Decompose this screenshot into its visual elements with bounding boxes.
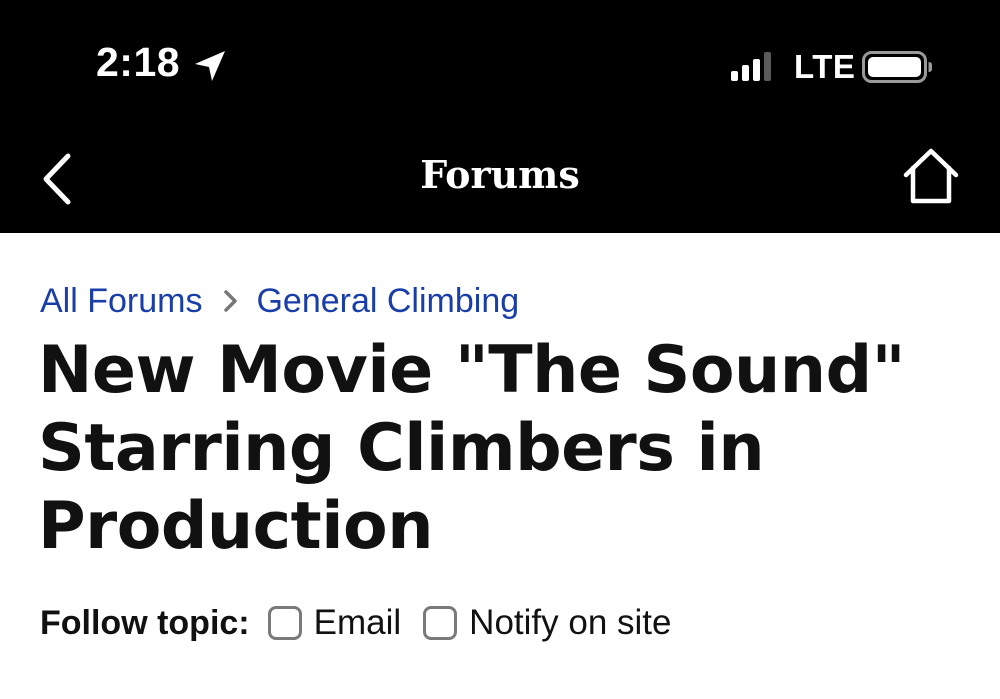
- breadcrumb-link-general-climbing[interactable]: General Climbing: [256, 282, 519, 321]
- home-icon[interactable]: [900, 146, 962, 206]
- notify-on-site-checkbox[interactable]: [423, 606, 458, 640]
- notify-on-site-checkbox-label[interactable]: Notify on site: [469, 603, 671, 643]
- location-arrow-icon: [195, 51, 225, 81]
- chevron-right-icon: [224, 290, 238, 312]
- battery-icon: [862, 51, 932, 83]
- page-header-title: Forums: [420, 152, 580, 197]
- topic-title: New Movie "The Sound" Starring Climbers …: [38, 333, 905, 564]
- network-type: LTE: [794, 48, 856, 85]
- cellular-signal-icon: [731, 52, 771, 81]
- breadcrumb-link-all-forums[interactable]: All Forums: [40, 282, 202, 321]
- breadcrumb: All Forums General Climbing: [40, 280, 519, 322]
- nav-bar: Forums: [0, 130, 1000, 233]
- follow-topic-label: Follow topic:: [40, 603, 250, 642]
- app-header: 2:18 LTE Forums: [0, 0, 1000, 233]
- email-checkbox-label[interactable]: Email: [314, 603, 402, 643]
- status-time: 2:18: [96, 39, 181, 85]
- status-bar: 2:18 LTE: [0, 0, 1000, 130]
- follow-topic-row: Follow topic: Email Notify on site: [40, 598, 693, 648]
- email-checkbox[interactable]: [267, 606, 302, 640]
